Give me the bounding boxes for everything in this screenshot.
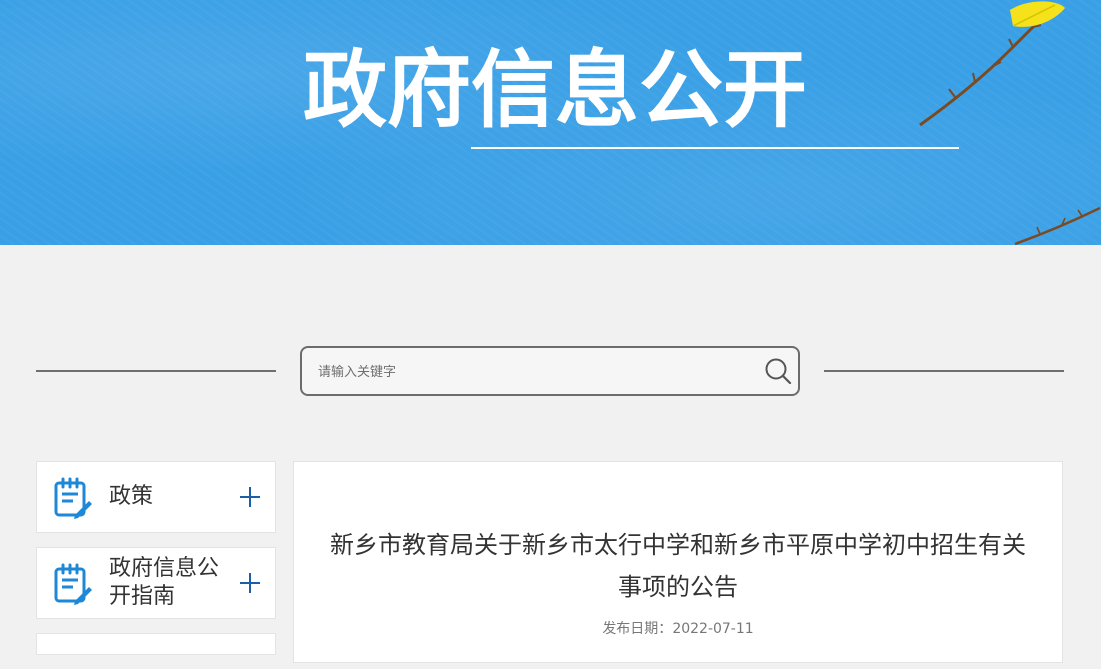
branch-decoration-bottom [1014,206,1101,245]
search-input[interactable] [316,358,750,386]
publish-date: 发布日期：2022-07-11 [294,618,1062,638]
sidebar-item-label: 政府信息公开指南 [109,556,220,609]
divider-right [824,370,1064,372]
sidebar-item-policy[interactable]: 政策 [36,461,276,533]
branch-decoration-top [919,1,1065,127]
sidebar: 政策 政府信息公开指南 [36,461,276,669]
publish-date-value: 2022-07-11 [672,621,754,637]
plus-icon[interactable] [239,486,261,508]
document-edit-icon [54,563,92,605]
article-panel: 新乡市教育局关于新乡市太行中学和新乡市平原中学初中招生有关事项的公告 发布日期：… [293,461,1063,663]
page-title: 政府信息公开 [303,41,808,139]
sidebar-item-guide[interactable]: 政府信息公开指南 [36,547,276,619]
plus-icon[interactable] [239,572,261,594]
search-box [300,346,800,396]
search-section [0,346,1101,396]
article-title: 新乡市教育局关于新乡市太行中学和新乡市平原中学初中招生有关事项的公告 [330,531,1026,601]
divider-left [36,370,276,372]
publish-date-label: 发布日期： [602,621,673,637]
header-banner: 政府信息公开 [0,0,1101,245]
search-icon[interactable] [764,357,792,385]
sidebar-item-label: 政策 [109,484,154,509]
document-edit-icon [54,477,92,519]
title-underline [471,147,959,149]
sidebar-item-partial[interactable] [36,633,276,655]
